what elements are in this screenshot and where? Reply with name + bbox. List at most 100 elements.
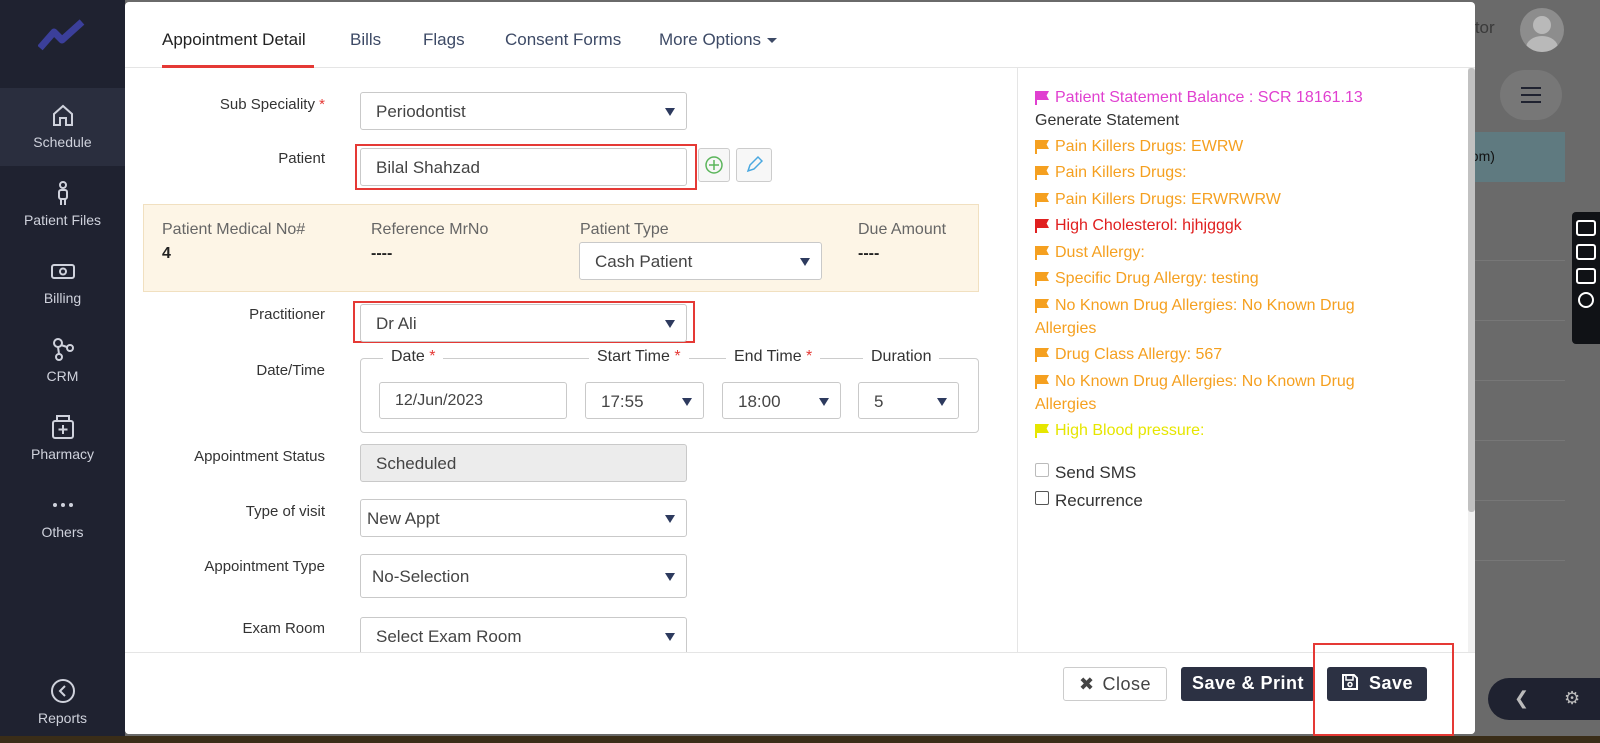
sub-speciality-label: Sub Speciality * <box>219 96 325 113</box>
sidebar-item-patient-files[interactable]: Patient Files <box>0 180 125 228</box>
save-highlight <box>1313 643 1454 736</box>
close-button[interactable]: ✖ Close <box>1063 667 1167 701</box>
tab-bar: Appointment Detail Bills Flags Consent F… <box>125 2 1475 68</box>
patient-input[interactable]: Bilal Shahzad <box>360 148 687 186</box>
hamburger-icon <box>1521 87 1541 89</box>
tab-more-options[interactable]: More Options <box>659 30 778 50</box>
sidebar: Schedule Patient Files Billing CRM Pharm… <box>0 0 125 743</box>
flag-icon <box>1035 91 1049 105</box>
flag-icon <box>1035 246 1049 260</box>
medical-no-value: 4 <box>162 245 171 262</box>
patient-info-band: Patient Medical No# 4 Reference MrNo ---… <box>143 204 979 292</box>
gear-icon[interactable]: ⚙ <box>1564 688 1580 709</box>
tab-appointment-detail[interactable]: Appointment Detail <box>162 30 306 50</box>
camera-icon[interactable] <box>1576 220 1596 236</box>
reports-icon <box>50 679 75 703</box>
appointment-form: Sub Speciality * Periodontist Patient Bi… <box>125 68 1017 652</box>
save-print-button[interactable]: Save & Print <box>1181 667 1315 701</box>
chevron-left-icon[interactable]: ❮ <box>1514 688 1529 709</box>
tab-consent-forms[interactable]: Consent Forms <box>505 30 621 50</box>
appointment-modal: Appointment Detail Bills Flags Consent F… <box>125 2 1475 734</box>
window-icon[interactable] <box>1576 268 1596 284</box>
edit-patient-button[interactable] <box>736 148 772 182</box>
visit-type-label: Type of visit <box>245 503 325 520</box>
add-patient-button[interactable] <box>698 148 730 182</box>
avatar[interactable] <box>1520 8 1564 52</box>
flag-item: Drug Class Allergy: 567 <box>1035 343 1365 366</box>
plus-circle-icon <box>705 156 723 174</box>
flag-icon <box>1035 348 1049 362</box>
appointment-type-label: Appointment Type <box>204 558 325 575</box>
tab-label: More Options <box>659 30 762 49</box>
sidebar-item-label: Schedule <box>33 134 92 150</box>
practitioner-label: Practitioner <box>249 306 325 323</box>
appointment-type-select[interactable]: No-Selection <box>360 554 687 598</box>
send-sms-option[interactable]: Send SMS <box>1035 463 1136 483</box>
tab-bills[interactable]: Bills <box>350 30 381 50</box>
appointment-status-field: Scheduled <box>360 444 687 482</box>
video-icon[interactable] <box>1576 244 1596 260</box>
sidebar-item-label: Reports <box>37 710 88 726</box>
pencil-icon <box>746 155 764 173</box>
sidebar-item-label: CRM <box>46 368 79 384</box>
flag-item: Specific Drug Allergy: testing <box>1035 267 1365 290</box>
flag-item: Pain Killers Drugs: EWRW <box>1035 135 1365 158</box>
patient-label: Patient <box>278 150 325 167</box>
person-icon <box>57 181 68 205</box>
patient-type-select[interactable]: Cash Patient <box>579 242 822 280</box>
sidebar-item-pharmacy[interactable]: Pharmacy <box>0 414 125 462</box>
start-time-label: Start Time * <box>589 348 689 366</box>
dropdown-arrow-icon <box>665 515 675 523</box>
flag-icon <box>1035 272 1049 286</box>
generate-statement-link[interactable]: Generate Statement <box>1035 112 1179 129</box>
more-icon <box>52 503 73 507</box>
menu-button[interactable] <box>1500 70 1562 120</box>
sub-speciality-select[interactable]: Periodontist <box>360 92 687 130</box>
medical-no-label: Patient Medical No# <box>162 221 306 238</box>
visit-type-select[interactable]: New Appt <box>360 499 687 537</box>
modal-footer: ✖ Close Save & Print Save <box>125 652 1475 734</box>
start-time-select[interactable]: 17:55 <box>585 382 704 419</box>
date-input[interactable]: 12/Jun/2023 <box>379 382 567 419</box>
recurrence-checkbox[interactable] <box>1035 491 1049 505</box>
dropdown-arrow-icon <box>665 320 675 328</box>
flag-item: High Blood pressure: <box>1035 419 1365 442</box>
recurrence-option[interactable]: Recurrence <box>1035 491 1143 511</box>
screen-capture-toolbar <box>1572 212 1600 344</box>
sidebar-item-crm[interactable]: CRM <box>0 336 125 384</box>
appointment-status-label: Appointment Status <box>194 448 325 465</box>
date-label: Date * <box>383 348 444 366</box>
send-sms-checkbox[interactable] <box>1035 463 1049 477</box>
flag-icon <box>1035 219 1049 233</box>
flag-icon <box>1035 299 1049 313</box>
network-icon <box>52 338 74 361</box>
dropdown-arrow-icon <box>682 398 692 406</box>
home-icon <box>52 104 73 126</box>
duration-select[interactable]: 5 <box>858 382 959 419</box>
scrollbar-thumb[interactable] <box>1468 68 1475 512</box>
dropdown-arrow-icon <box>937 398 947 406</box>
flag-item: No Known Drug Allergies: No Known Drug A… <box>1035 373 1355 413</box>
flag-icon <box>1035 193 1049 207</box>
sidebar-item-billing[interactable]: Billing <box>0 258 125 306</box>
tab-flags[interactable]: Flags <box>423 30 465 50</box>
flag-icon <box>1035 375 1049 389</box>
dropdown-arrow-icon <box>665 108 675 116</box>
patient-type-label: Patient Type <box>580 221 669 238</box>
logo-icon <box>38 19 85 51</box>
exam-room-select[interactable]: Select Exam Room <box>360 617 687 652</box>
flag-icon <box>1035 424 1049 438</box>
sidebar-item-label: Pharmacy <box>30 446 95 462</box>
caret-down-icon <box>767 38 778 44</box>
sidebar-item-reports[interactable]: Reports <box>0 678 125 726</box>
gear-icon[interactable] <box>1578 292 1594 308</box>
sidebar-item-others[interactable]: Others <box>0 492 125 540</box>
duration-label: Duration <box>863 348 940 366</box>
flag-item: Pain Killers Drugs: ERWRWRW <box>1035 188 1365 211</box>
end-time-select[interactable]: 18:00 <box>722 382 841 419</box>
navigation-pill: ❮ ⚙ <box>1488 678 1600 720</box>
sidebar-item-schedule[interactable]: Schedule <box>0 88 125 166</box>
practitioner-select[interactable]: Dr Ali <box>360 304 687 342</box>
exam-room-label: Exam Room <box>242 620 325 637</box>
sidebar-item-label: Others <box>41 524 84 540</box>
